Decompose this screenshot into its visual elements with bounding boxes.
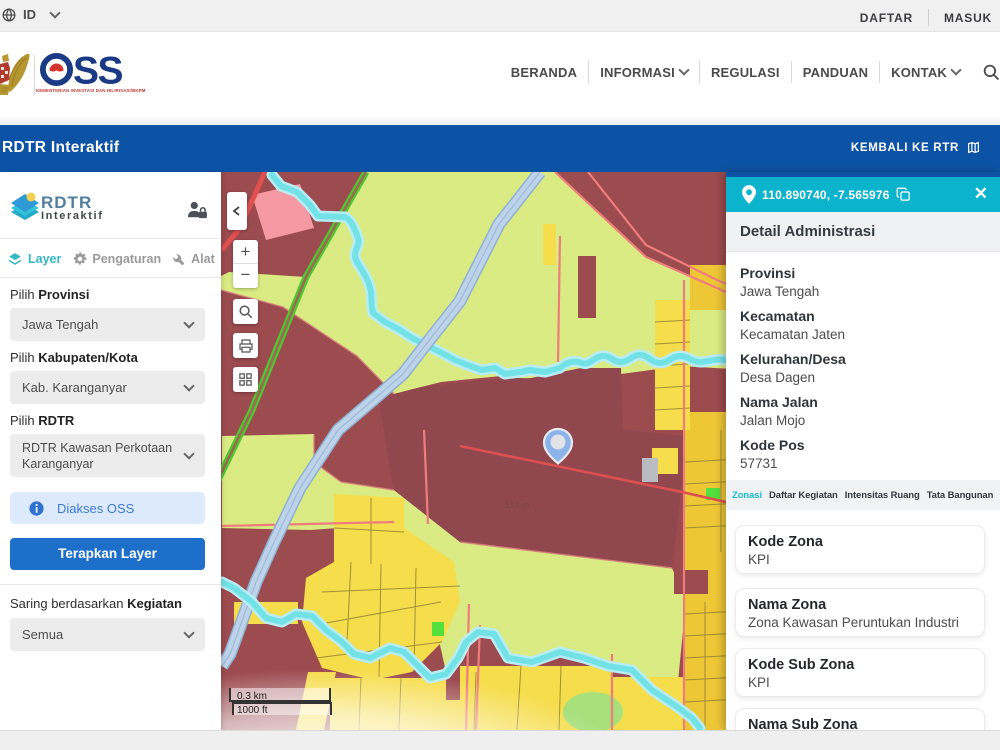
svg-text:1000 ft: 1000 ft	[237, 705, 268, 716]
svg-text:SS: SS	[73, 52, 123, 93]
svg-text:KEMENTERIAN INVESTASI DAN HILI: KEMENTERIAN INVESTASI DAN HILIRISASI/BKP…	[36, 88, 146, 93]
svg-text:114 m: 114 m	[505, 500, 529, 510]
svg-text:0.3 km: 0.3 km	[237, 691, 267, 702]
